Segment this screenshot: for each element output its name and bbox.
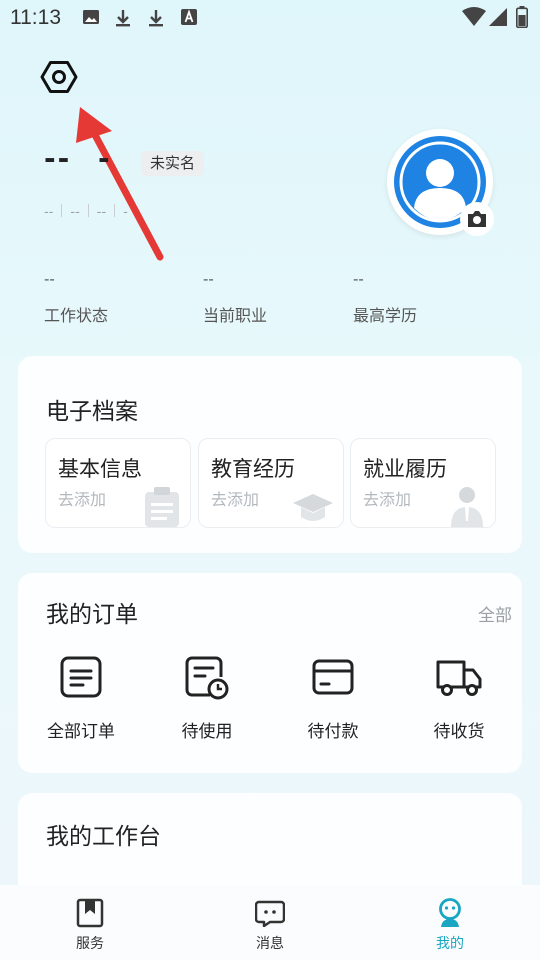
archive-item-sub: 去添加	[363, 490, 412, 509]
verify-badge[interactable]: 未实名	[141, 151, 205, 176]
clipboard-icon	[145, 487, 179, 527]
archive-item-education[interactable]: 教育经历 去添加	[198, 438, 344, 528]
divider	[114, 204, 116, 217]
truck-icon	[436, 660, 482, 696]
archive-item-basic-info[interactable]: 基本信息 去添加	[45, 438, 191, 528]
settings-hexagon-icon[interactable]	[40, 58, 78, 96]
pending-use-icon	[185, 656, 229, 700]
orders-all-link[interactable]: 全部	[478, 601, 512, 626]
user-name: --	[44, 142, 72, 175]
archive-title: 电子档案	[46, 399, 138, 425]
bookmark-icon	[76, 898, 104, 928]
annotation-arrow	[76, 107, 164, 261]
order-all[interactable]: 全部订单	[26, 655, 136, 742]
user-meta-item: --	[70, 205, 80, 220]
tab-mine[interactable]: 我的	[410, 897, 490, 953]
status-time: 11:13	[10, 6, 61, 29]
download-icon	[116, 10, 130, 27]
stat-value: --	[44, 270, 55, 288]
bottom-tab-bar: 服务 消息 我的	[0, 885, 540, 960]
battery-icon	[516, 6, 528, 28]
order-pending-receipt[interactable]: 待收货	[404, 655, 514, 742]
tab-service[interactable]: 服务	[50, 897, 130, 953]
wifi-icon	[462, 7, 486, 26]
divider	[61, 204, 63, 217]
camera-button[interactable]	[460, 202, 494, 236]
stat-education: -- 最高学历	[353, 270, 417, 326]
order-list-icon	[60, 656, 102, 698]
worker-icon	[451, 487, 483, 527]
divider	[87, 204, 89, 217]
stat-value: --	[203, 270, 214, 288]
tab-label: 我的	[436, 936, 464, 952]
order-pending-use[interactable]: 待使用	[152, 655, 262, 742]
order-label: 待使用	[181, 722, 233, 742]
archive-item-employment[interactable]: 就业履历 去添加	[350, 438, 496, 528]
workbench-title: 我的工作台	[46, 824, 161, 850]
stat-value: --	[353, 270, 364, 288]
signal-icon	[489, 8, 507, 26]
font-a-icon	[181, 9, 197, 25]
user-meta: -- -- -- -	[44, 204, 128, 220]
archive-item-title: 基本信息	[58, 457, 142, 481]
user-meta-item: --	[96, 205, 107, 220]
orders-title: 我的订单	[46, 602, 138, 628]
wallet-card-icon	[312, 659, 354, 695]
stat-work-status: -- 工作状态	[44, 270, 108, 326]
archive-item-sub: 去添加	[58, 490, 107, 509]
status-bar: 11:13	[0, 0, 540, 36]
archive-item-title: 就业履历	[363, 457, 447, 481]
camera-icon	[468, 211, 486, 227]
stat-label: 当前职业	[203, 306, 268, 325]
gallery-icon	[83, 10, 99, 24]
graduation-cap-icon	[293, 494, 333, 521]
order-label: 全部订单	[47, 722, 115, 742]
stat-label: 工作状态	[44, 306, 109, 325]
user-meta-item: --	[44, 205, 54, 220]
order-label: 待收货	[433, 722, 485, 742]
download-icon	[149, 10, 163, 27]
tab-label: 消息	[256, 936, 284, 952]
user-meta-item: -	[123, 205, 128, 220]
profile-icon	[439, 898, 461, 927]
order-pending-payment[interactable]: 待付款	[278, 655, 388, 742]
archive-item-title: 教育经历	[211, 457, 295, 481]
tab-label: 服务	[76, 936, 104, 952]
stat-occupation: -- 当前职业	[203, 270, 267, 326]
chat-icon	[255, 900, 285, 927]
stat-label: 最高学历	[353, 306, 418, 325]
tab-messages[interactable]: 消息	[230, 897, 310, 953]
user-name-extra: -	[98, 142, 110, 175]
order-label: 待付款	[307, 722, 359, 742]
archive-item-sub: 去添加	[211, 490, 260, 509]
